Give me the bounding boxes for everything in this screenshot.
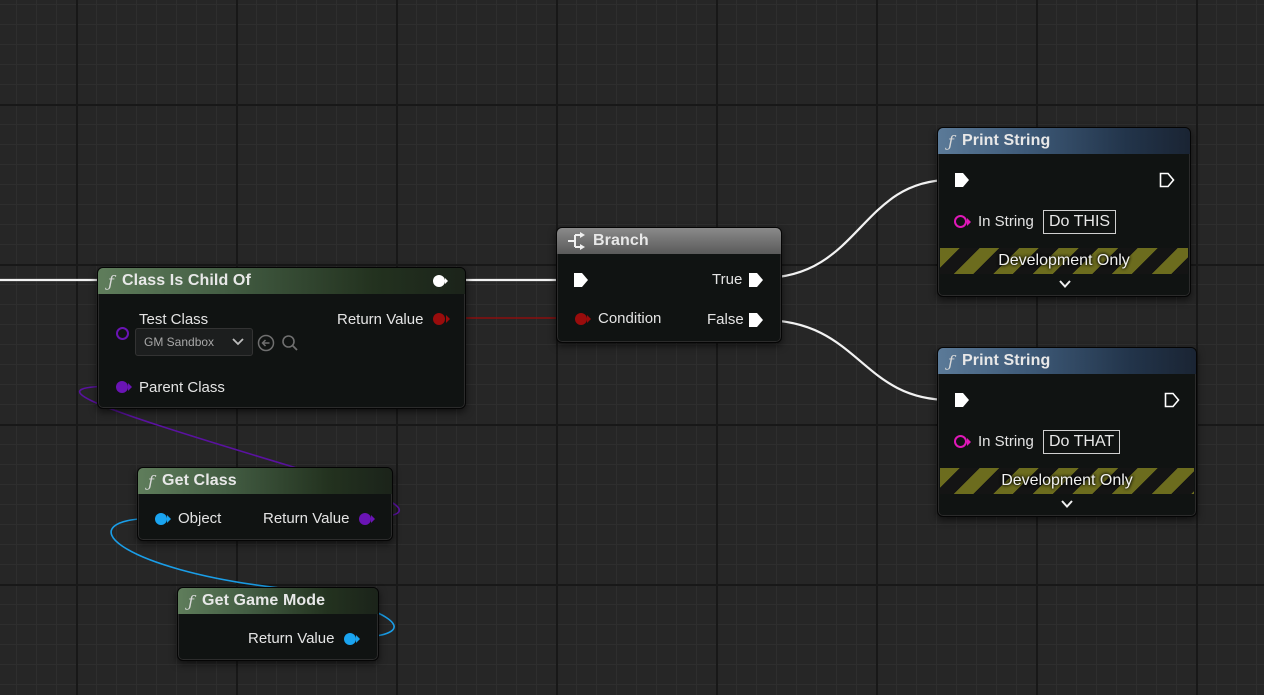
return-value-label: Return Value (248, 630, 335, 647)
parent-class-pin[interactable] (116, 381, 128, 393)
chevron-down-icon (232, 338, 244, 346)
pin-arrow (167, 515, 171, 523)
node-header[interactable]: ƒ Print String (938, 128, 1190, 154)
true-label: True (712, 271, 743, 288)
test-class-label: Test Class (139, 311, 209, 328)
return-value-label: Return Value (337, 311, 424, 328)
node-header[interactable]: ƒ Get Game Mode (178, 588, 378, 614)
in-string-pin[interactable] (954, 435, 967, 448)
return-value-label: Return Value (263, 510, 350, 527)
in-string-label: In String (978, 213, 1034, 230)
pin-arrow (587, 315, 591, 323)
class-is-child-of-node[interactable]: ƒ Class Is Child Of Test Class GM Sandbo… (97, 267, 466, 409)
arrow-left-circle-icon[interactable] (257, 334, 275, 352)
pin-arrow (128, 383, 132, 391)
return-value-pin[interactable] (359, 513, 371, 525)
pin-arrow (446, 315, 450, 323)
branch-icon (568, 232, 585, 250)
node-title: Print String (962, 132, 1051, 149)
exec-in-pin[interactable] (573, 272, 589, 288)
in-string-input[interactable]: Do THAT (1043, 430, 1121, 454)
pin-arrow (967, 218, 971, 226)
condition-label: Condition (598, 310, 662, 327)
function-icon: ƒ (948, 131, 955, 151)
node-header[interactable]: ƒ Print String (938, 348, 1196, 374)
return-value-pin[interactable] (344, 633, 356, 645)
pin-arrow (967, 438, 971, 446)
development-only-banner: Development Only (940, 468, 1194, 494)
object-label: Object (178, 510, 222, 527)
condition-pin[interactable] (575, 313, 587, 325)
node-title: Print String (962, 352, 1051, 369)
exec-in-pin[interactable] (954, 392, 970, 408)
node-title: Class Is Child Of (122, 272, 251, 289)
in-string-value: Do THIS (1049, 213, 1111, 230)
false-label: False (707, 311, 744, 328)
exec-wire-true (761, 178, 951, 280)
function-icon: ƒ (188, 591, 195, 611)
print-string-node-1[interactable]: ƒ Print String In String Do THIS Develop… (937, 127, 1191, 297)
return-value-pin[interactable] (433, 313, 445, 325)
exec-true-pin[interactable] (748, 272, 764, 288)
development-only-banner: Development Only (940, 248, 1188, 274)
banner-text: Development Only (998, 252, 1130, 269)
banner-text: Development Only (1001, 472, 1133, 489)
get-class-node[interactable]: ƒ Get Class Object Return Value (137, 467, 393, 541)
get-game-mode-node[interactable]: ƒ Get Game Mode Return Value (177, 587, 379, 661)
branch-node[interactable]: Branch Condition True False (556, 227, 782, 343)
exec-out-pin[interactable] (432, 273, 450, 289)
node-header[interactable]: ƒ Get Class (138, 468, 392, 494)
node-header[interactable]: ƒ Class Is Child Of (98, 268, 465, 294)
test-class-pin[interactable] (116, 327, 129, 340)
node-title: Get Game Mode (202, 592, 326, 609)
exec-out-pin[interactable] (1164, 392, 1180, 408)
in-string-input[interactable]: Do THIS (1043, 210, 1117, 234)
node-header[interactable]: Branch (557, 228, 781, 254)
node-title: Branch (593, 232, 649, 249)
in-string-value: Do THAT (1049, 433, 1115, 450)
exec-in-pin[interactable] (954, 172, 970, 188)
test-class-dropdown[interactable]: GM Sandbox (135, 328, 253, 356)
dropdown-value: GM Sandbox (144, 335, 215, 349)
chevron-down-icon[interactable] (1059, 280, 1071, 289)
exec-false-pin[interactable] (748, 312, 764, 328)
chevron-down-icon[interactable] (1061, 500, 1073, 509)
object-pin[interactable] (155, 513, 167, 525)
function-icon: ƒ (108, 271, 115, 291)
pin-arrow (356, 635, 360, 643)
exec-out-pin[interactable] (1159, 172, 1175, 188)
function-icon: ƒ (948, 351, 955, 371)
print-string-node-2[interactable]: ƒ Print String In String Do THAT Develop… (937, 347, 1197, 517)
parent-class-label: Parent Class (139, 379, 225, 396)
in-string-label: In String (978, 433, 1034, 450)
in-string-pin[interactable] (954, 215, 967, 228)
pin-arrow (371, 515, 375, 523)
search-icon[interactable] (281, 334, 299, 352)
function-icon: ƒ (148, 471, 155, 491)
node-title: Get Class (162, 472, 237, 489)
exec-wire-false (761, 318, 951, 402)
